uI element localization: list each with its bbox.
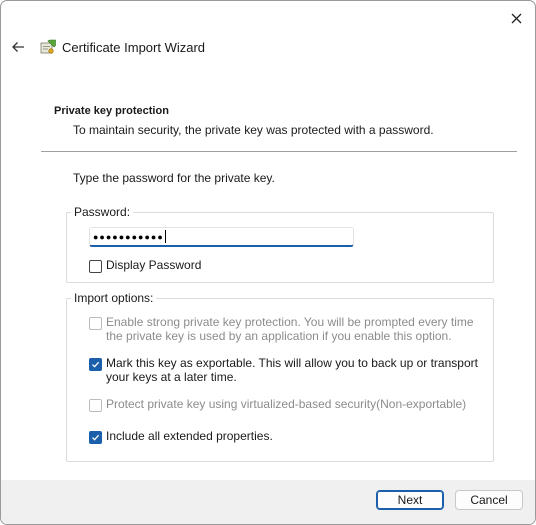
password-mask: ●●●●●●●●●●● bbox=[93, 231, 164, 242]
exportable-label: Mark this key as exportable. This will a… bbox=[106, 356, 478, 384]
import-options-legend: Import options: bbox=[74, 291, 154, 305]
strong-protection-label: Enable strong private key protection. Yo… bbox=[106, 315, 474, 343]
close-button[interactable] bbox=[507, 9, 525, 27]
vbs-protection-checkbox[interactable] bbox=[89, 399, 102, 412]
extended-properties-option[interactable]: Include all extended properties. bbox=[89, 429, 484, 444]
display-password-checkbox[interactable] bbox=[89, 260, 102, 273]
password-input[interactable]: ●●●●●●●●●●● bbox=[89, 227, 354, 247]
strong-protection-checkbox[interactable] bbox=[89, 317, 102, 330]
next-button[interactable]: Next bbox=[376, 490, 444, 510]
close-icon bbox=[511, 13, 521, 23]
strong-protection-option[interactable]: Enable strong private key protection. Yo… bbox=[89, 315, 484, 343]
checkmark-icon bbox=[92, 434, 100, 441]
exportable-option[interactable]: Mark this key as exportable. This will a… bbox=[89, 356, 484, 384]
section-description: To maintain security, the private key wa… bbox=[73, 123, 434, 137]
cancel-button[interactable]: Cancel bbox=[455, 490, 523, 510]
back-button[interactable] bbox=[9, 38, 27, 56]
extended-properties-checkbox[interactable] bbox=[89, 431, 102, 444]
vbs-protection-option[interactable]: Protect private key using virtualized-ba… bbox=[89, 397, 484, 412]
password-legend: Password: bbox=[74, 205, 131, 219]
back-arrow-icon bbox=[12, 42, 24, 52]
exportable-checkbox[interactable] bbox=[89, 358, 102, 371]
extended-properties-label: Include all extended properties. bbox=[106, 429, 273, 443]
display-password-label: Display Password bbox=[106, 258, 202, 272]
display-password-row[interactable]: Display Password bbox=[89, 258, 201, 273]
certificate-wizard-icon bbox=[40, 39, 56, 54]
text-caret bbox=[164, 230, 166, 243]
wizard-title: Certificate Import Wizard bbox=[62, 40, 206, 55]
header-divider bbox=[41, 151, 517, 152]
vbs-protection-label: Protect private key using virtualized-ba… bbox=[106, 397, 467, 411]
section-heading: Private key protection bbox=[54, 105, 169, 117]
checkmark-icon bbox=[92, 361, 100, 368]
password-prompt: Type the password for the private key. bbox=[73, 171, 275, 185]
wizard-window: Certificate Import Wizard Private key pr… bbox=[0, 0, 536, 525]
